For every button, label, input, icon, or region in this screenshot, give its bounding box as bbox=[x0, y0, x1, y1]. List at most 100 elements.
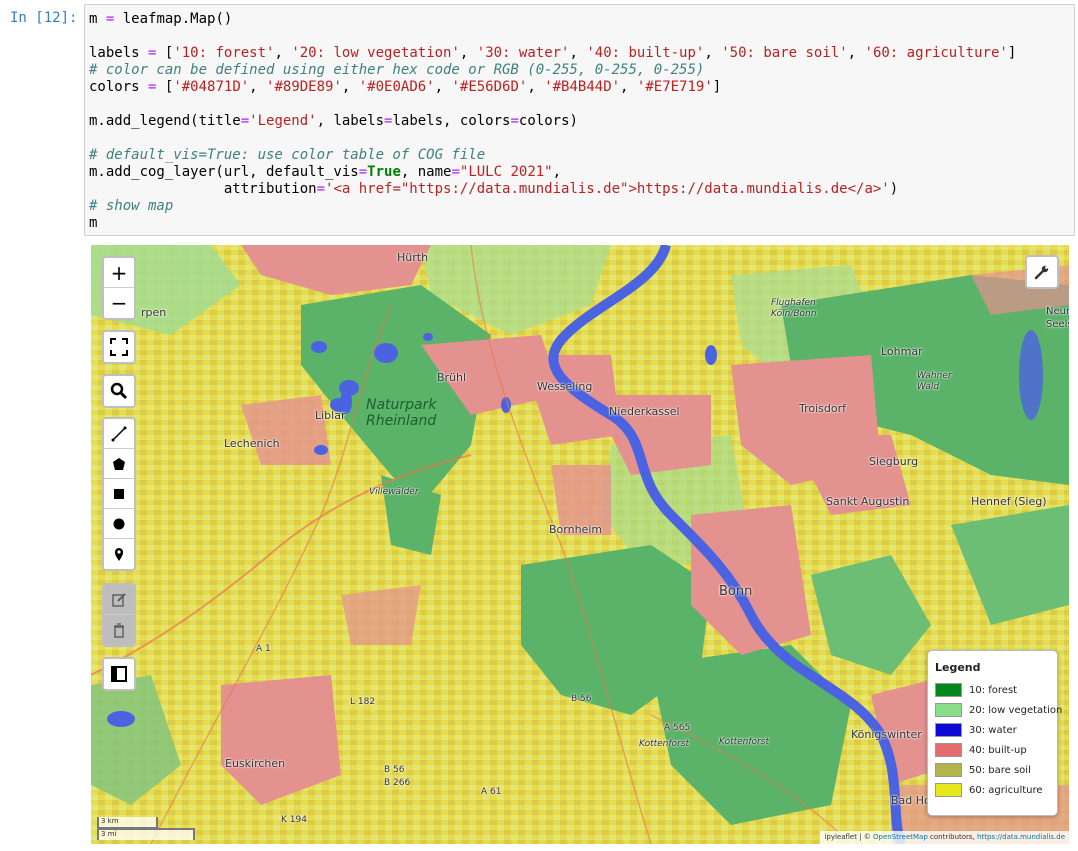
draw-polygon-button[interactable] bbox=[104, 449, 134, 479]
park-label: Naturpark Rheinland bbox=[366, 397, 437, 429]
park-label-line: Naturpark bbox=[366, 397, 437, 413]
place-label: Kottenforst bbox=[639, 739, 689, 749]
zoom-out-button[interactable]: − bbox=[104, 288, 134, 318]
road-label: L 182 bbox=[350, 697, 376, 707]
road-label: A 565 bbox=[664, 723, 691, 733]
place-label: Wahner Wald bbox=[917, 371, 952, 392]
attribution-text: contributors, bbox=[927, 833, 978, 841]
polyline-icon bbox=[111, 426, 127, 441]
legend-label: 20: low vegetation bbox=[969, 704, 1063, 716]
legend-swatch bbox=[935, 763, 962, 777]
legend-label: 60: agriculture bbox=[969, 784, 1043, 796]
code-comment: # color can be defined using either hex … bbox=[89, 62, 705, 78]
search-button[interactable] bbox=[104, 376, 134, 406]
wrench-icon bbox=[1034, 265, 1049, 280]
search-icon bbox=[110, 382, 128, 400]
fullscreen-icon bbox=[110, 338, 128, 356]
park-label-line: Rheinland bbox=[366, 413, 437, 429]
legend-items: 10: forest 20: low vegetation 30: water 40:… bbox=[935, 680, 1062, 800]
cell-prompt: In [12]: bbox=[10, 10, 78, 26]
draw-polyline-button[interactable] bbox=[104, 419, 134, 449]
road-label: B 56 bbox=[571, 694, 592, 704]
place-label: Siegburg bbox=[869, 455, 919, 468]
place-label: Brühl bbox=[437, 371, 467, 384]
place-label: Hürth bbox=[397, 251, 429, 264]
legend-swatch bbox=[935, 703, 962, 717]
draw-rectangle-button[interactable] bbox=[104, 479, 134, 509]
zoom-in-button[interactable]: + bbox=[104, 258, 134, 288]
edit-layers-button[interactable] bbox=[104, 585, 134, 615]
scale-mi: 3 mi bbox=[97, 828, 195, 840]
place-label: Königswinter bbox=[851, 728, 922, 741]
edit-icon bbox=[112, 592, 126, 607]
place-label: Lohmar bbox=[881, 345, 923, 358]
place-label: Wesseling bbox=[537, 380, 593, 393]
draw-toolbar bbox=[102, 417, 136, 571]
place-label: Hennef (Sieg) bbox=[971, 495, 1047, 508]
marker-icon bbox=[115, 548, 123, 561]
layer-button[interactable] bbox=[104, 659, 134, 689]
legend-item: 40: built-up bbox=[935, 740, 1051, 760]
place-label: Kottenforst bbox=[719, 737, 769, 747]
road-label: A 61 bbox=[481, 787, 502, 797]
circle-icon bbox=[113, 518, 125, 529]
map-view[interactable]: Hürth Brühl Wesseling Niederkassel Trois… bbox=[91, 245, 1069, 844]
layers-icon bbox=[111, 666, 127, 682]
legend-label: 10: forest bbox=[969, 684, 1018, 696]
place-label: Sankt Augustin bbox=[826, 495, 910, 508]
search-control bbox=[102, 374, 136, 408]
settings-button[interactable] bbox=[1025, 255, 1059, 289]
place-label: Lechenich bbox=[224, 437, 280, 450]
legend-item: 60: agriculture bbox=[935, 780, 1051, 800]
code-token: labels bbox=[89, 45, 140, 61]
place-label: Troisdorf bbox=[799, 402, 847, 415]
rectangle-icon bbox=[114, 488, 124, 499]
attribution-text: ipyleaflet | © bbox=[824, 833, 874, 841]
place-label: Villewälder bbox=[369, 487, 419, 497]
delete-icon bbox=[114, 623, 124, 638]
polygon-icon bbox=[113, 457, 125, 470]
land-cover-layer bbox=[91, 245, 1069, 844]
code-comment: # show map bbox=[89, 198, 174, 214]
place-label: Flughafen Köln/Bonn bbox=[771, 298, 817, 319]
edit-toolbar bbox=[102, 583, 136, 647]
place-label: Bornheim bbox=[549, 523, 603, 536]
layer-control bbox=[102, 657, 136, 691]
road-label: A 1 bbox=[256, 644, 271, 654]
legend-title: Legend bbox=[935, 661, 981, 674]
osm-link[interactable]: OpenStreetMap bbox=[873, 833, 928, 841]
legend-label: 30: water bbox=[969, 724, 1017, 736]
code-token: m bbox=[89, 11, 106, 27]
place-label: Bad Ho bbox=[891, 794, 931, 807]
place-label: Liblar bbox=[315, 409, 346, 422]
legend-label: 40: built-up bbox=[969, 744, 1027, 756]
attribution: ipyleaflet | © OpenStreetMap contributor… bbox=[820, 831, 1069, 844]
mundialis-link[interactable]: https://data.mundialis.de bbox=[977, 833, 1065, 841]
legend-item: 10: forest bbox=[935, 680, 1051, 700]
delete-layers-button[interactable] bbox=[104, 615, 134, 645]
legend-item: 20: low vegetation bbox=[935, 700, 1062, 720]
legend-item: 30: water bbox=[935, 720, 1051, 740]
legend-item: 50: bare soil bbox=[935, 760, 1051, 780]
place-label: Neunk Seels bbox=[1046, 306, 1069, 330]
legend-swatch bbox=[935, 683, 962, 697]
road-label: B 56 bbox=[384, 765, 405, 775]
legend-swatch bbox=[935, 723, 962, 737]
legend-swatch bbox=[935, 743, 962, 757]
draw-marker-button[interactable] bbox=[104, 539, 134, 569]
legend-swatch bbox=[935, 783, 962, 797]
road-label: K 194 bbox=[281, 815, 307, 825]
road-label: B 266 bbox=[384, 778, 411, 788]
code-token: leafmap.Map() bbox=[114, 11, 233, 27]
code-cell[interactable]: m = leafmap.Map() labels = ['10: forest'… bbox=[84, 4, 1075, 236]
legend: Legend 10: forest 20: low vegetation 30: w… bbox=[927, 650, 1062, 816]
draw-circle-button[interactable] bbox=[104, 509, 134, 539]
code-editor[interactable]: m = leafmap.Map() labels = ['10: forest'… bbox=[89, 11, 1016, 232]
place-label: rpen bbox=[141, 306, 167, 319]
fullscreen-control bbox=[102, 330, 136, 364]
place-label: Bonn bbox=[719, 584, 753, 599]
legend-label: 50: bare soil bbox=[969, 764, 1031, 776]
place-label: Euskirchen bbox=[225, 757, 286, 770]
place-label: Niederkassel bbox=[609, 405, 680, 418]
fullscreen-button[interactable] bbox=[104, 332, 134, 362]
